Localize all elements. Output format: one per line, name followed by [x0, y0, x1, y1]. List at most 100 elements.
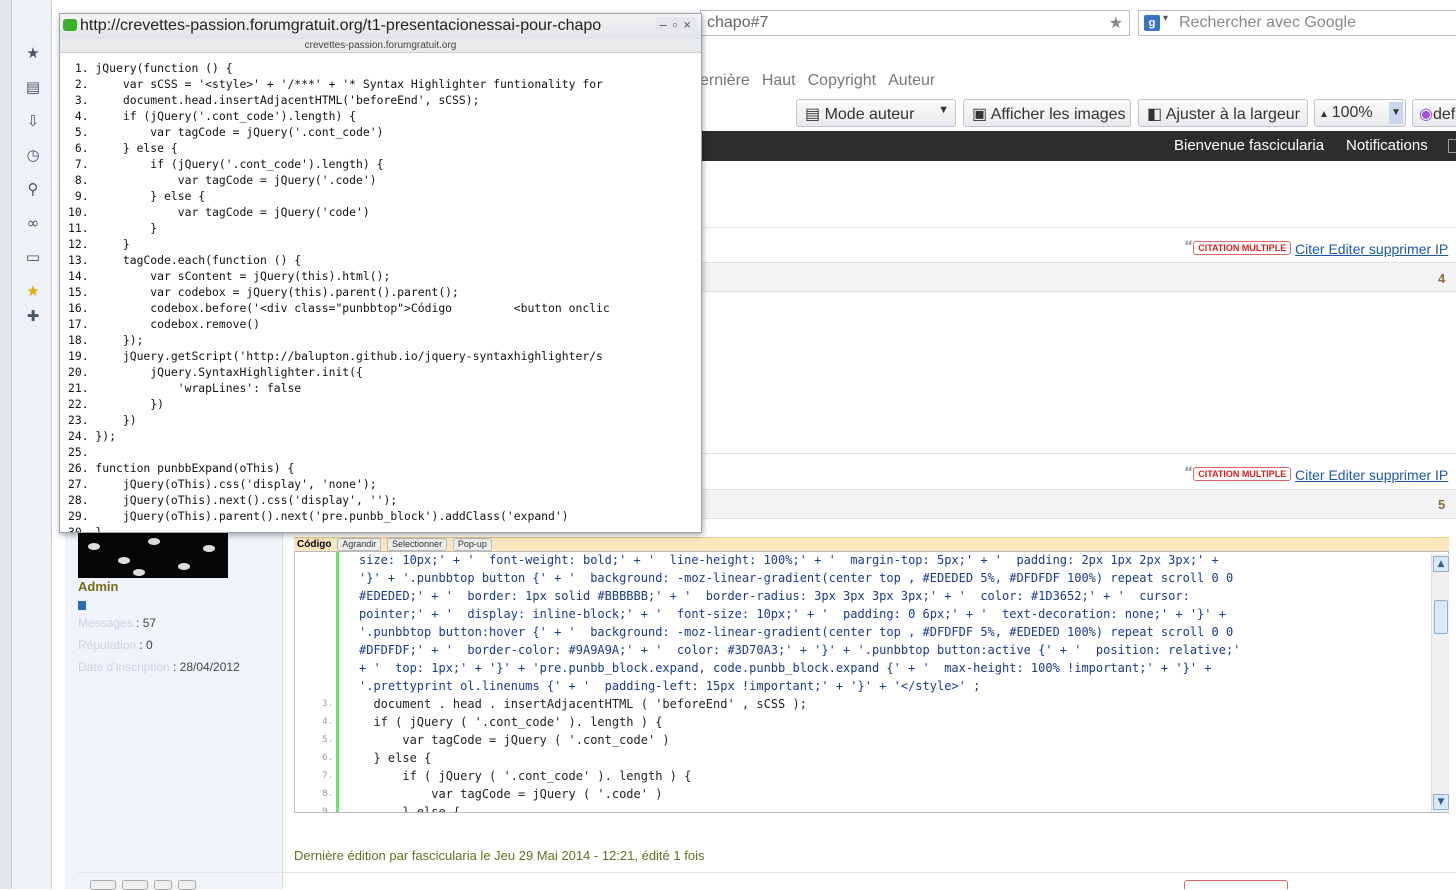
search-icon[interactable]: ⚲: [24, 180, 42, 198]
scroll-thumb[interactable]: [1434, 600, 1448, 634]
popup-titlebar[interactable]: http://crevettes-passion.forumgratuit.or…: [60, 14, 701, 39]
user-join-date: Date d'inscription : 28/04/2012: [78, 660, 240, 674]
messages-value: : 57: [136, 616, 157, 630]
post-number[interactable]: 5: [1438, 497, 1445, 512]
download-icon[interactable]: ⇩: [24, 112, 42, 130]
popup-code-line: 22. }): [68, 397, 165, 411]
window-icon[interactable]: ▭: [24, 248, 42, 266]
popup-window[interactable]: http://crevettes-passion.forumgratuit.or…: [59, 13, 702, 533]
popup-code-line: 7. if (jQuery('.cont_code').length) {: [68, 157, 384, 171]
popup-button[interactable]: Pop-up: [452, 538, 492, 551]
popup-code-line: 9. } else {: [68, 189, 206, 203]
star-icon[interactable]: ★: [24, 44, 42, 62]
chevron-down-icon[interactable]: ▾: [1163, 13, 1168, 24]
window-controls: –▫×: [655, 17, 697, 32]
quote-icon: “: [1184, 465, 1194, 481]
mode-auteur-select[interactable]: ▤ Mode auteur ▼: [796, 99, 956, 127]
ajuster-largeur-button[interactable]: ◧ Ajuster à la largeur: [1138, 99, 1308, 127]
add-icon[interactable]: ✚: [24, 307, 42, 325]
popup-code-line: 10. var tagCode = jQuery('code'): [68, 205, 370, 219]
popup-code-line: 19. jQuery.getScript('http://balupton.gi…: [68, 349, 603, 363]
menu-item-copyright[interactable]: Copyright: [808, 72, 876, 96]
popup-subtitle: crevettes-passion.forumgratuit.org: [60, 39, 701, 53]
note-icon[interactable]: ▤: [24, 78, 42, 96]
doc-icon: ▤: [805, 106, 825, 123]
citation-multiple-button[interactable]: [1184, 880, 1288, 889]
code-block[interactable]: 3. 4. 5. 6. 7. 8. 9. size: 10px;' + ' font-wei…: [294, 551, 1449, 813]
post-number[interactable]: 4: [1438, 271, 1445, 286]
post-actions-links[interactable]: Citer Editer supprimer IP: [1295, 241, 1448, 257]
code-line: } else {: [359, 751, 432, 765]
line-number: 3.: [322, 699, 333, 709]
line-number: 9.: [322, 807, 333, 813]
maximize-icon[interactable]: ▫: [673, 17, 684, 32]
popup-code-line: 2. var sCSS = '<style>' + '/***' + '* Sy…: [68, 77, 603, 91]
avatar-fish: [203, 545, 215, 552]
popup-code-line: 4. if (jQuery('.cont_code').length) {: [68, 109, 357, 123]
popup-code-line: 3. document.head.insertAdjacentHTML('bef…: [68, 93, 480, 107]
code-line: } else {: [359, 805, 461, 813]
search-input[interactable]: Rechercher avec Google: [1179, 14, 1356, 31]
google-icon[interactable]: g: [1144, 15, 1160, 31]
popup-code-line: 27. jQuery(oThis).css('display', 'none')…: [68, 477, 377, 491]
avatar-fish: [133, 569, 145, 576]
clock-icon[interactable]: ◷: [24, 146, 42, 164]
username[interactable]: Admin: [78, 579, 118, 594]
quote-icon: “: [1184, 239, 1194, 255]
scroll-down-icon[interactable]: ▼: [1433, 794, 1449, 810]
code-line: if ( jQuery ( '.cont_code' ). length ) {: [359, 769, 692, 783]
close-icon[interactable]: ×: [683, 17, 697, 32]
scroll-up-icon[interactable]: ▲: [1433, 556, 1449, 572]
popup-title: http://crevettes-passion.forumgratuit.or…: [80, 17, 602, 34]
post-header-5: [700, 489, 1456, 519]
avatar-fish: [148, 538, 160, 545]
popup-code-line: 14. var sContent = jQuery(this).html();: [68, 269, 391, 283]
code-line: var tagCode = jQuery ( '.cont_code' ): [359, 733, 670, 747]
line-number: 5.: [322, 735, 333, 745]
favorite-star-icon[interactable]: ★: [24, 282, 42, 300]
link-icon[interactable]: ∞: [24, 214, 42, 232]
popup-code-line: 28. jQuery(oThis).next().css('display', …: [68, 493, 398, 507]
menu-item-haut[interactable]: Haut: [762, 72, 796, 96]
afficher-images-button[interactable]: ▣ Afficher les images: [963, 99, 1131, 127]
reputation-label: Réputation: [78, 638, 137, 652]
date-label: Date d'inscription: [78, 660, 170, 674]
zoom-select[interactable]: ▲ 100% ▼: [1314, 99, 1406, 127]
popup-code-line: 26. function punbbExpand(oThis) {: [68, 461, 295, 475]
url-text: chapo#7: [707, 14, 769, 31]
avatar: [78, 533, 228, 578]
chat-bubble-icon: [63, 19, 77, 31]
welcome-link[interactable]: Bienvenue fascicularia: [1174, 137, 1324, 154]
divider: [78, 872, 1456, 873]
menu-square-icon[interactable]: [1448, 139, 1456, 153]
avatar-fish: [178, 563, 190, 570]
post-actions-links[interactable]: Citer Editer supprimer IP: [1295, 467, 1448, 483]
popup-code-line: 15. var codebox = jQuery(this).parent().…: [68, 285, 459, 299]
menu-item-auteur[interactable]: Auteur: [888, 72, 935, 96]
popup-code[interactable]: 1. jQuery(function () { 2. var sCSS = '<…: [68, 60, 698, 532]
minimize-icon[interactable]: –: [660, 17, 673, 32]
popup-code-line: 29. jQuery(oThis).parent().next('pre.pun…: [68, 509, 569, 523]
notifications-link[interactable]: Notifications: [1346, 137, 1428, 154]
popup-code-line: 18. });: [68, 333, 144, 347]
def-button[interactable]: ◉def: [1412, 99, 1456, 127]
popup-code-line: 6. } else {: [68, 141, 178, 155]
code-line: var tagCode = jQuery ( '.code' ): [359, 787, 663, 801]
agrandir-button[interactable]: Agrandir: [337, 538, 382, 551]
popup-code-line: 8. var tagCode = jQuery('.code'): [68, 173, 377, 187]
code-scrollbar[interactable]: ▲ ▼: [1431, 554, 1449, 812]
sidebar-edge: [0, 0, 12, 889]
selectionner-button[interactable]: Selectionner: [387, 538, 448, 551]
line-number: 6.: [322, 753, 333, 763]
search-bar[interactable]: g ▾ Rechercher avec Google: [1138, 10, 1456, 36]
rank-icon: [78, 601, 86, 610]
resize-icon: ◧: [1147, 106, 1166, 123]
citation-multiple-button[interactable]: “CITATION MULTIPLE: [1184, 462, 1292, 481]
url-bar[interactable]: chapo#7 ★: [700, 10, 1130, 36]
citation-multiple-button[interactable]: “CITATION MULTIPLE: [1184, 236, 1292, 255]
menu-item-derniere[interactable]: ernière: [700, 72, 750, 96]
def-label: def: [1432, 106, 1456, 123]
popup-code-line: 30. }: [68, 525, 103, 532]
avatar-fish: [88, 543, 100, 550]
bookmark-star-icon[interactable]: ★: [1109, 13, 1123, 33]
